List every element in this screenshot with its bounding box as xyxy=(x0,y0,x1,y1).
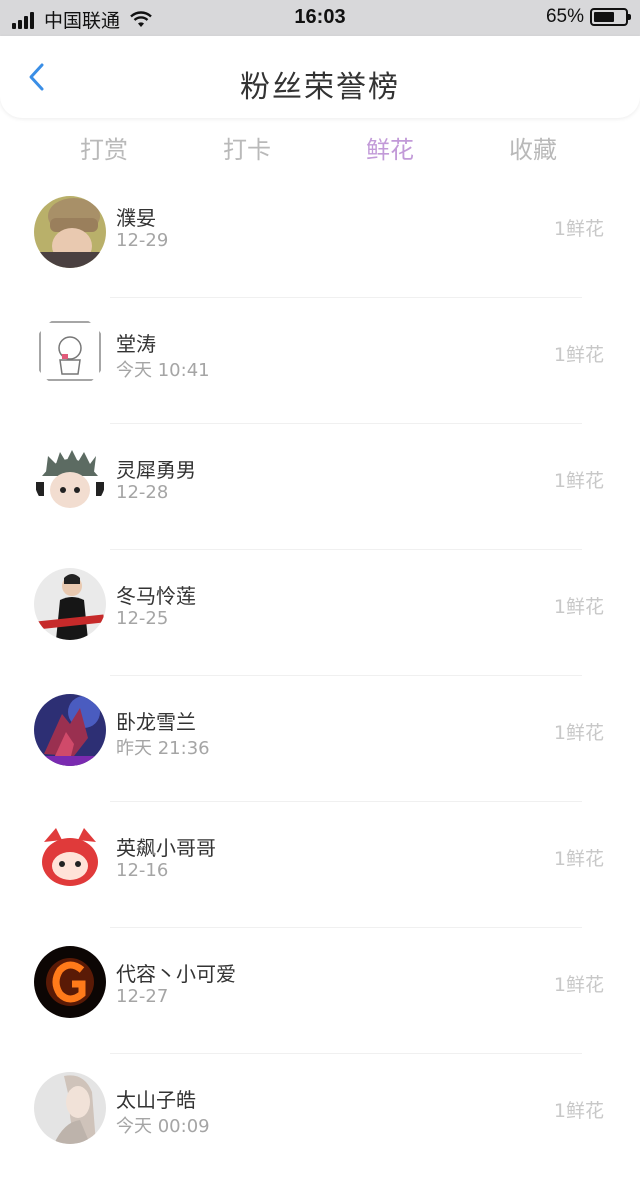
fan-name: 灵犀勇男 xyxy=(116,458,196,482)
fan-name: 濮妟 xyxy=(116,206,156,230)
fan-name: 代容丶小可爱 xyxy=(116,962,236,986)
fan-date: 12-28 xyxy=(116,482,169,503)
flower-count: 1鲜花 xyxy=(553,722,604,744)
list-item[interactable]: 卧龙雪兰 昨天 21:36 1鲜花 xyxy=(0,676,640,802)
avatar xyxy=(34,946,106,1018)
battery-fill xyxy=(594,12,614,22)
fan-date: 12-25 xyxy=(116,608,169,629)
fan-date: 12-29 xyxy=(116,230,169,251)
avatar xyxy=(34,316,106,388)
avatar xyxy=(34,820,106,892)
list-item[interactable]: 灵犀勇男 12-28 1鲜花 xyxy=(0,424,640,550)
fan-date: 12-16 xyxy=(116,860,169,881)
list-item[interactable]: 冬马怜莲 12-25 1鲜花 xyxy=(0,550,640,676)
tab-reward[interactable]: 打赏 xyxy=(44,130,164,165)
tab-bar: 打赏 打卡 鲜花 收藏 xyxy=(0,130,640,178)
clock: 16:03 xyxy=(294,6,346,28)
avatar xyxy=(34,1072,106,1144)
flower-count: 1鲜花 xyxy=(553,848,604,870)
fan-date: 今天 00:09 xyxy=(116,1116,210,1137)
status-right: 65% xyxy=(545,6,631,28)
fan-name: 英飙小哥哥 xyxy=(116,836,216,860)
battery-percent: 65% xyxy=(545,6,584,27)
status-bar: 中国联通 16:03 65% xyxy=(0,0,640,36)
tab-flowers[interactable]: 鲜花 xyxy=(330,130,450,165)
fan-name: 卧龙雪兰 xyxy=(116,710,196,734)
flower-count: 1鲜花 xyxy=(553,596,604,618)
flower-count: 1鲜花 xyxy=(553,344,604,366)
list-item[interactable]: 太山子皓 今天 00:09 1鲜花 xyxy=(0,1054,640,1180)
fan-name: 太山子皓 xyxy=(116,1088,196,1112)
avatar xyxy=(34,442,106,514)
fan-date: 昨天 21:36 xyxy=(116,738,210,759)
fan-name: 堂涛 xyxy=(116,332,156,356)
battery-icon xyxy=(590,8,631,26)
list-item[interactable]: 堂涛 今天 10:41 1鲜花 xyxy=(0,298,640,424)
flower-count: 1鲜花 xyxy=(553,218,604,240)
page-title: 粉丝荣誉榜 xyxy=(240,70,400,105)
avatar xyxy=(34,196,106,268)
list-item[interactable]: 濮妟 12-29 1鲜花 xyxy=(0,172,640,298)
avatar xyxy=(34,694,106,766)
avatar xyxy=(34,568,106,640)
fan-date: 今天 10:41 xyxy=(116,360,210,381)
fan-name: 冬马怜莲 xyxy=(116,584,196,608)
tab-checkin[interactable]: 打卡 xyxy=(187,130,307,165)
flower-count: 1鲜花 xyxy=(553,974,604,996)
flower-count: 1鲜花 xyxy=(553,1100,604,1122)
list-item[interactable]: 英飙小哥哥 12-16 1鲜花 xyxy=(0,802,640,928)
navigation-bar: 粉丝荣誉榜 xyxy=(0,36,640,118)
tab-favorites[interactable]: 收藏 xyxy=(473,130,593,165)
flower-count: 1鲜花 xyxy=(553,470,604,492)
fan-date: 12-27 xyxy=(116,986,169,1007)
list-item[interactable]: 代容丶小可爱 12-27 1鲜花 xyxy=(0,928,640,1054)
